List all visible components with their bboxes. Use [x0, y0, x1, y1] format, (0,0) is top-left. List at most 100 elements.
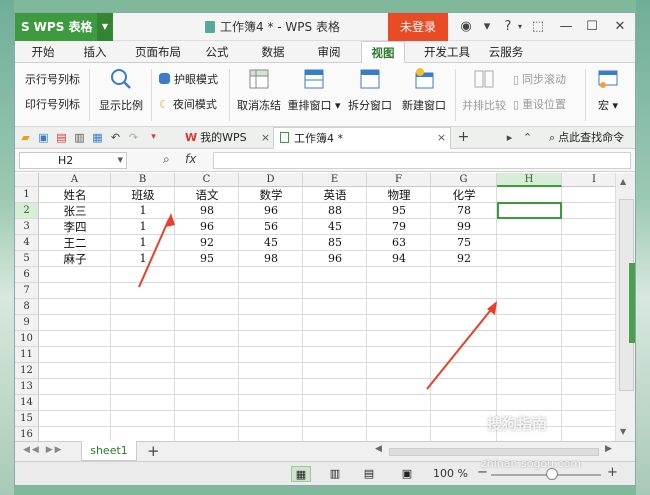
sync-scroll-button[interactable]: ▯ 同步滚动: [513, 71, 566, 87]
tab-start[interactable]: 开始: [23, 41, 63, 63]
tab-formula[interactable]: 公式: [197, 41, 237, 63]
sheet-nav-arrows-icon[interactable]: ◀◀ ▶▶: [23, 445, 64, 455]
close-tab-mywps-icon[interactable]: ×: [259, 131, 272, 144]
command-search[interactable]: ⌕ 点此查找命令: [543, 127, 635, 149]
add-sheet-icon[interactable]: +: [147, 442, 160, 460]
tab-review[interactable]: 审阅: [309, 41, 349, 63]
spreadsheet-grid[interactable]: ABCDEFGHI 1 2 3 4 5 6 7 8 9 10 11 12 13 14 15 16 姓名 班级 语文…: [15, 173, 615, 441]
eye-protection-button[interactable]: 护眼模式: [159, 71, 218, 87]
scroll-right-icon[interactable]: ▶: [605, 444, 612, 454]
help-dropdown-icon[interactable]: ▾: [515, 13, 525, 41]
print-row-col-headers-button[interactable]: 印行号列标: [25, 96, 80, 112]
unfreeze-label: 取消冻结: [237, 99, 281, 112]
login-button[interactable]: 未登录: [388, 13, 448, 41]
new-window-button[interactable]: 新建窗口: [399, 67, 449, 113]
new-tab-icon[interactable]: +: [457, 130, 470, 144]
shirt-icon[interactable]: ▾: [477, 13, 497, 41]
arrange-windows-label: 重排窗口 ▾: [287, 99, 341, 112]
redo-icon[interactable]: ↷: [127, 131, 140, 144]
divider: [229, 69, 230, 121]
window-title-text: 工作簿4 * - WPS 表格: [220, 20, 340, 34]
tab-workbook[interactable]: 工作簿4 *: [273, 127, 451, 149]
document-tab-bar: ▰ ▣ ▤ ▥ ▦ ↶ ↷ ▾ W 我的WPS × 工作簿4 * × + ▸ ⌃ …: [15, 127, 635, 149]
zoom-label: 显示比例: [99, 99, 143, 112]
open-folder-icon[interactable]: ▰: [19, 131, 32, 144]
restore-icon[interactable]: ⬚: [529, 13, 547, 41]
tab-data[interactable]: 数据: [253, 41, 293, 63]
help-icon[interactable]: ?: [500, 13, 516, 41]
unfreeze-button[interactable]: 取消冻结: [235, 67, 283, 113]
tab-cloud[interactable]: 云服务: [481, 41, 531, 63]
eye-protection-label: 护眼模式: [174, 73, 218, 86]
divider: [585, 69, 586, 121]
scroll-left-icon[interactable]: ◀: [375, 444, 382, 454]
close-tab-workbook-icon[interactable]: ×: [435, 131, 448, 144]
customize-toolbar-icon[interactable]: ▾: [147, 131, 160, 144]
maximize-icon[interactable]: ☐: [583, 13, 601, 41]
eye-icon: [159, 73, 170, 84]
app-logo-button[interactable]: S WPS 表格 ▼: [15, 13, 113, 41]
desktop-background-right: [636, 0, 650, 495]
tab-mywps[interactable]: W 我的WPS: [179, 127, 269, 149]
tab-insert[interactable]: 插入: [75, 41, 115, 63]
side-panel-toggle[interactable]: [629, 263, 635, 343]
sync-scroll-label: 同步滚动: [522, 73, 567, 86]
red-arrowhead-1: [165, 213, 175, 227]
reading-mode-icon[interactable]: ▣: [397, 466, 417, 482]
night-mode-label: 夜间模式: [172, 98, 217, 111]
scroll-down-icon[interactable]: ▼: [620, 427, 626, 436]
horizontal-scrollbar[interactable]: [389, 448, 599, 456]
split-window-button[interactable]: 拆分窗口: [345, 67, 395, 113]
moon-icon: ☾: [159, 98, 169, 111]
print-icon[interactable]: ▥: [73, 131, 86, 144]
split-window-label: 拆分窗口: [348, 99, 392, 112]
zoom-level: 100 %: [433, 467, 468, 480]
fx-icon[interactable]: fx: [185, 152, 196, 166]
magnifier-icon: [111, 69, 131, 89]
wps-logo-icon: S: [21, 20, 30, 34]
reset-position-button[interactable]: ▯ 重设位置: [513, 96, 566, 112]
desktop-background-left: [0, 0, 14, 495]
side-by-side-label: 并排比较: [462, 99, 506, 112]
chevron-down-icon[interactable]: ▼: [97, 13, 113, 41]
share-icon[interactable]: ▸: [503, 131, 516, 144]
export-pdf-icon[interactable]: ▤: [55, 131, 68, 144]
night-mode-button[interactable]: ☾ 夜间模式: [159, 96, 217, 112]
zoom-search-icon[interactable]: ⌕: [163, 152, 170, 167]
search-icon: ⌕: [549, 131, 556, 144]
window-title: 工作簿4 * - WPS 表格: [205, 13, 340, 41]
tab-page-layout[interactable]: 页面布局: [127, 41, 189, 63]
tab-view[interactable]: 视图: [361, 41, 405, 64]
minimize-icon[interactable]: —: [557, 13, 575, 41]
scroll-up-icon[interactable]: ▲: [620, 177, 626, 186]
tab-workbook-label: 工作簿4 *: [294, 132, 343, 145]
arrange-windows-button[interactable]: 重排窗口 ▾: [287, 67, 341, 113]
print-preview-icon[interactable]: ▦: [91, 131, 104, 144]
page-break-view-icon[interactable]: ▤: [359, 466, 379, 482]
chevron-down-icon[interactable]: ▼: [118, 153, 123, 168]
macro-button[interactable]: 宏 ▾: [591, 67, 625, 113]
skin-icon[interactable]: ◉: [458, 13, 474, 41]
arrange-windows-icon: [304, 69, 324, 89]
sheet-tab-sheet1[interactable]: sheet1: [81, 441, 137, 461]
collapse-ribbon-icon[interactable]: ⌃: [521, 131, 534, 144]
show-row-col-headers-button[interactable]: 示行号列标: [25, 71, 80, 87]
reset-position-icon: ▯: [513, 98, 520, 111]
formula-input[interactable]: [213, 152, 631, 169]
spreadsheet-icon: [280, 132, 289, 143]
zoom-button[interactable]: 显示比例: [97, 67, 145, 113]
page-layout-view-icon[interactable]: ▥: [325, 466, 345, 482]
sync-scroll-icon: ▯: [513, 73, 520, 86]
tab-developer[interactable]: 开发工具: [417, 41, 477, 63]
macro-icon: [598, 70, 618, 88]
name-box[interactable]: H2 ▼: [19, 152, 127, 169]
close-icon[interactable]: ✕: [611, 13, 629, 41]
divider: [455, 69, 456, 121]
title-bar: S WPS 表格 ▼ 工作簿4 * - WPS 表格 未登录 ◉ ▾ ? ▾ ⬚ …: [15, 13, 635, 41]
normal-view-icon[interactable]: ▦: [291, 466, 311, 482]
zoom-in-icon[interactable]: +: [607, 465, 618, 480]
tab-mywps-label: 我的WPS: [200, 131, 247, 144]
side-by-side-button[interactable]: 并排比较: [459, 67, 509, 113]
save-icon[interactable]: ▣: [37, 131, 50, 144]
undo-icon[interactable]: ↶: [109, 131, 122, 144]
